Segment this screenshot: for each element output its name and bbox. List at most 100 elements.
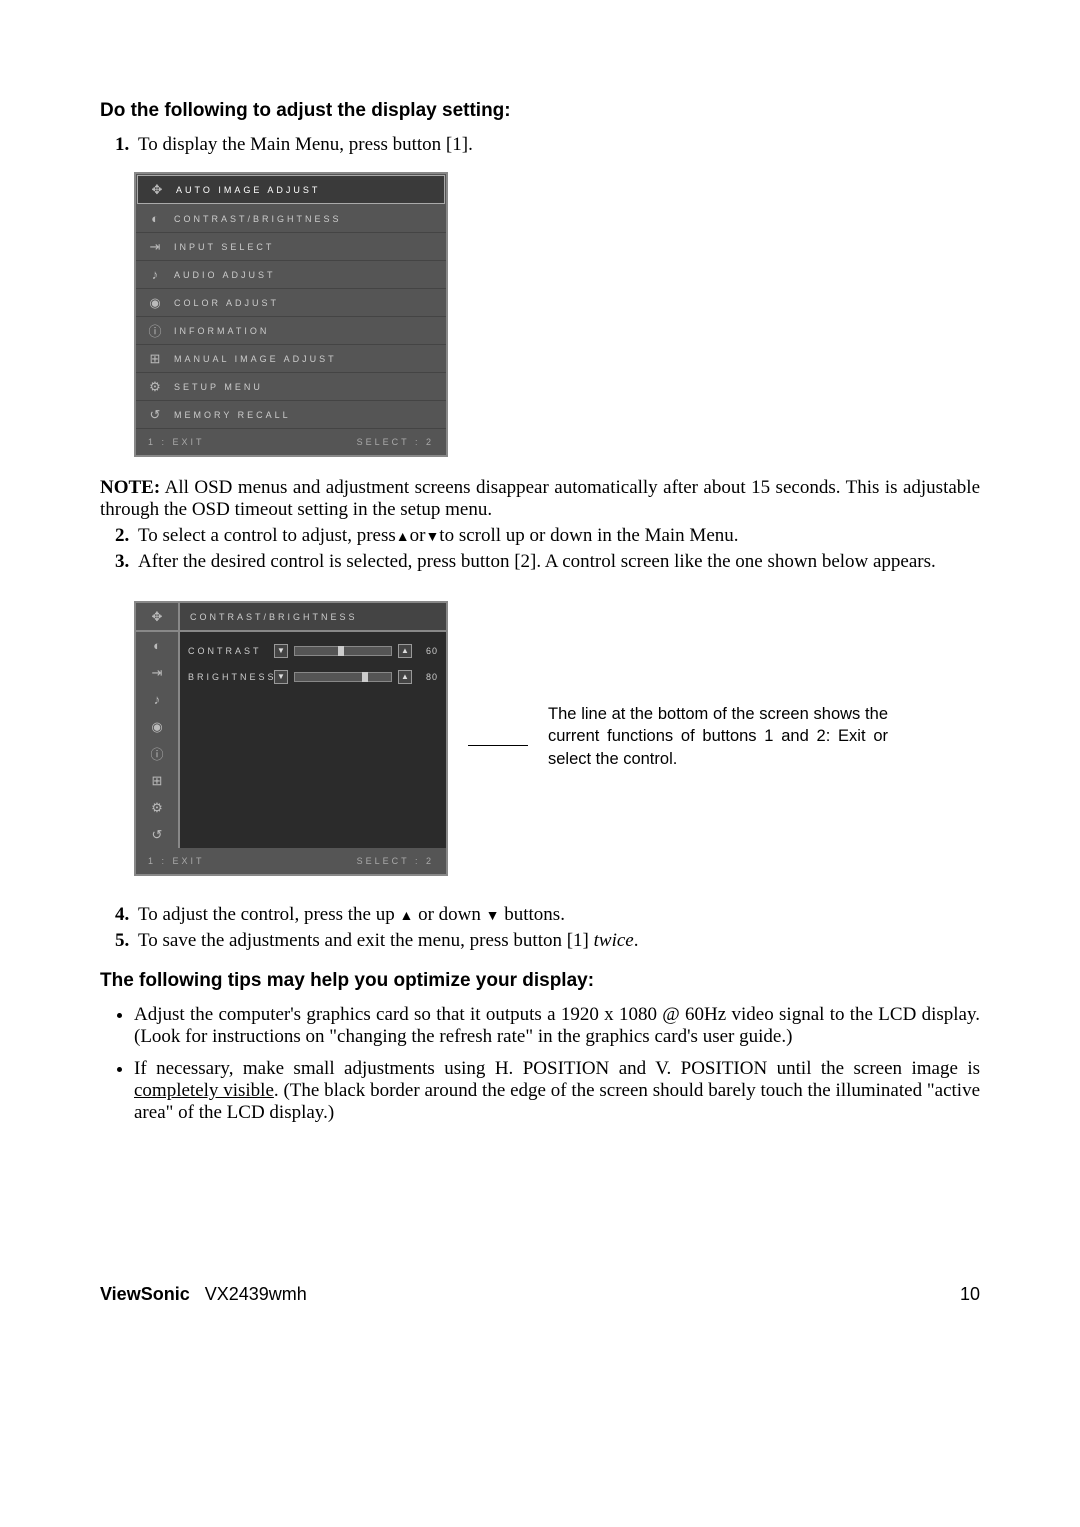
tip-1: Adjust the computer's graphics card so t…	[134, 1004, 980, 1048]
slider-knob[interactable]	[338, 646, 344, 656]
osd-item-label: SETUP MENU	[174, 382, 263, 392]
osd2-title: CONTRAST/BRIGHTNESS	[180, 603, 446, 632]
osd2-side-icon[interactable]: ◉	[136, 713, 178, 740]
increase-icon[interactable]: ▲	[398, 644, 412, 658]
osd2-side-icon[interactable]: ↺	[136, 821, 178, 848]
step5b: twice	[594, 930, 634, 951]
osd-control-screen: ✥◐⇥♪◉ⓘ⊞⚙↺ CONTRAST/BRIGHTNESS CONTRAST ▼ ▲…	[134, 601, 448, 876]
osd-menu-item[interactable]: ◐ CONTRAST/BRIGHTNESS	[136, 205, 446, 233]
down-arrow-icon	[425, 525, 439, 546]
slider-value: 60	[418, 646, 438, 656]
osd2-content: CONTRAST ▼ ▲ 60 BRIGHTNESS ▼ ▲ 80	[180, 632, 446, 848]
heading-adjust: Do the following to adjust the display s…	[100, 100, 980, 122]
osd-item-icon: ◉	[144, 295, 166, 311]
osd2-side-icon[interactable]: ⚙	[136, 794, 178, 821]
page-footer: ViewSonic VX2439wmh 10	[100, 1284, 980, 1305]
steps-list-3: To adjust the control, press the up or d…	[100, 904, 980, 952]
slider-bar[interactable]	[294, 672, 392, 682]
osd2-side-icon[interactable]: ◐	[136, 632, 178, 659]
osd-menu-item[interactable]: ✥ AUTO IMAGE ADJUST	[137, 175, 445, 204]
osd-item-label: AUDIO ADJUST	[174, 270, 276, 280]
tip2a: If necessary, make small adjustments usi…	[134, 1058, 980, 1079]
osd-item-label: AUTO IMAGE ADJUST	[176, 185, 320, 195]
footer-page-number: 10	[960, 1284, 980, 1305]
up-arrow-icon	[399, 904, 413, 925]
step2c: to scroll up or down in the Main Menu.	[439, 525, 738, 546]
osd-item-label: INPUT SELECT	[174, 242, 274, 252]
osd-item-icon: ⇥	[144, 239, 166, 255]
osd2-footer: 1 : EXIT SELECT : 2	[136, 848, 446, 874]
osd-item-label: COLOR ADJUST	[174, 298, 279, 308]
footer-model: VX2439wmh	[205, 1284, 307, 1304]
osd-menu-item[interactable]: ⊞ MANUAL IMAGE ADJUST	[136, 345, 446, 373]
osd2-side-icon[interactable]: ✥	[136, 603, 178, 632]
osd2-control-label: CONTRAST	[188, 646, 268, 656]
increase-icon[interactable]: ▲	[398, 670, 412, 684]
osd-menu-item[interactable]: ↺ MEMORY RECALL	[136, 401, 446, 429]
steps-list: To display the Main Menu, press button […	[100, 134, 980, 156]
osd-menu-item[interactable]: ⇥ INPUT SELECT	[136, 233, 446, 261]
tips-list: Adjust the computer's graphics card so t…	[100, 1004, 980, 1124]
osd-item-icon: ⚙	[144, 379, 166, 395]
step-4: To adjust the control, press the up or d…	[134, 904, 980, 926]
osd-item-label: CONTRAST/BRIGHTNESS	[174, 214, 342, 224]
osd-item-label: INFORMATION	[174, 326, 269, 336]
step-1: To display the Main Menu, press button […	[134, 134, 980, 156]
down-arrow-icon	[486, 904, 500, 925]
step-3: After the desired control is selected, p…	[134, 551, 980, 573]
slider-value: 80	[418, 672, 438, 682]
osd-item-label: MEMORY RECALL	[174, 410, 291, 420]
osd-main-menu: ✥ AUTO IMAGE ADJUST ◐ CONTRAST/BRIGHTNESS ⇥ I…	[134, 172, 448, 457]
slider-bar[interactable]	[294, 646, 392, 656]
slider-knob[interactable]	[362, 672, 368, 682]
osd-menu-item[interactable]: ◉ COLOR ADJUST	[136, 289, 446, 317]
osd2-control-row: CONTRAST ▼ ▲ 60	[188, 638, 438, 664]
step-2: To select a control to adjust, press orto…	[134, 525, 980, 547]
osd2-footer-right: SELECT : 2	[357, 856, 434, 866]
decrease-icon[interactable]: ▼	[274, 670, 288, 684]
tip-2: If necessary, make small adjustments usi…	[134, 1058, 980, 1124]
osd-item-icon: ◐	[144, 211, 166, 226]
osd-item-icon: ✥	[146, 182, 168, 198]
step4a: To adjust the control, press the up	[138, 904, 399, 925]
figure-row: ✥◐⇥♪◉ⓘ⊞⚙↺ CONTRAST/BRIGHTNESS CONTRAST ▼ ▲…	[100, 585, 980, 888]
decrease-icon[interactable]: ▼	[274, 644, 288, 658]
note-bold: NOTE:	[100, 477, 160, 498]
osd-item-icon: ↺	[144, 407, 166, 423]
osd2-footer-left: 1 : EXIT	[148, 856, 205, 866]
osd-footer: 1 : EXIT SELECT : 2	[136, 429, 446, 455]
osd2-control-row: BRIGHTNESS ▼ ▲ 80	[188, 664, 438, 690]
osd-item-label: MANUAL IMAGE ADJUST	[174, 354, 337, 364]
step5a: To save the adjustments and exit the men…	[138, 930, 594, 951]
osd2-side-icon[interactable]: ⊞	[136, 767, 178, 794]
tip2b: completely visible	[134, 1080, 274, 1101]
note-text: All OSD menus and adjustment screens dis…	[100, 477, 980, 520]
osd2-icon-column: ✥◐⇥♪◉ⓘ⊞⚙↺	[136, 603, 180, 848]
osd2-side-icon[interactable]: ⓘ	[136, 740, 178, 767]
osd2-side-icon[interactable]: ♪	[136, 686, 178, 713]
osd-menu-item[interactable]: ⓘ INFORMATION	[136, 317, 446, 345]
osd-footer-right: SELECT : 2	[357, 437, 434, 447]
osd-item-icon: ♪	[144, 267, 166, 282]
step4b: or down	[413, 904, 485, 925]
step-5: To save the adjustments and exit the men…	[134, 930, 980, 952]
osd-menu-item[interactable]: ⚙ SETUP MENU	[136, 373, 446, 401]
steps-list-2: To select a control to adjust, press orto…	[100, 525, 980, 573]
step5c: .	[634, 930, 639, 951]
step2b: or	[410, 525, 426, 546]
osd2-control-label: BRIGHTNESS	[188, 672, 268, 682]
osd-menu-item[interactable]: ♪ AUDIO ADJUST	[136, 261, 446, 289]
step4c: buttons.	[500, 904, 565, 925]
callout-text: The line at the bottom of the screen sho…	[548, 703, 888, 770]
osd-footer-left: 1 : EXIT	[148, 437, 205, 447]
osd-item-icon: ⊞	[144, 351, 166, 367]
note-line: NOTE: All OSD menus and adjustment scree…	[100, 477, 980, 521]
footer-brand-name: ViewSonic	[100, 1284, 190, 1304]
footer-brand: ViewSonic VX2439wmh	[100, 1284, 307, 1305]
up-arrow-icon	[396, 525, 410, 546]
step2a: To select a control to adjust, press	[138, 525, 396, 546]
osd2-side-icon[interactable]: ⇥	[136, 659, 178, 686]
callout-connector	[468, 745, 528, 746]
heading-tips: The following tips may help you optimize…	[100, 970, 980, 992]
osd-item-icon: ⓘ	[144, 321, 166, 340]
